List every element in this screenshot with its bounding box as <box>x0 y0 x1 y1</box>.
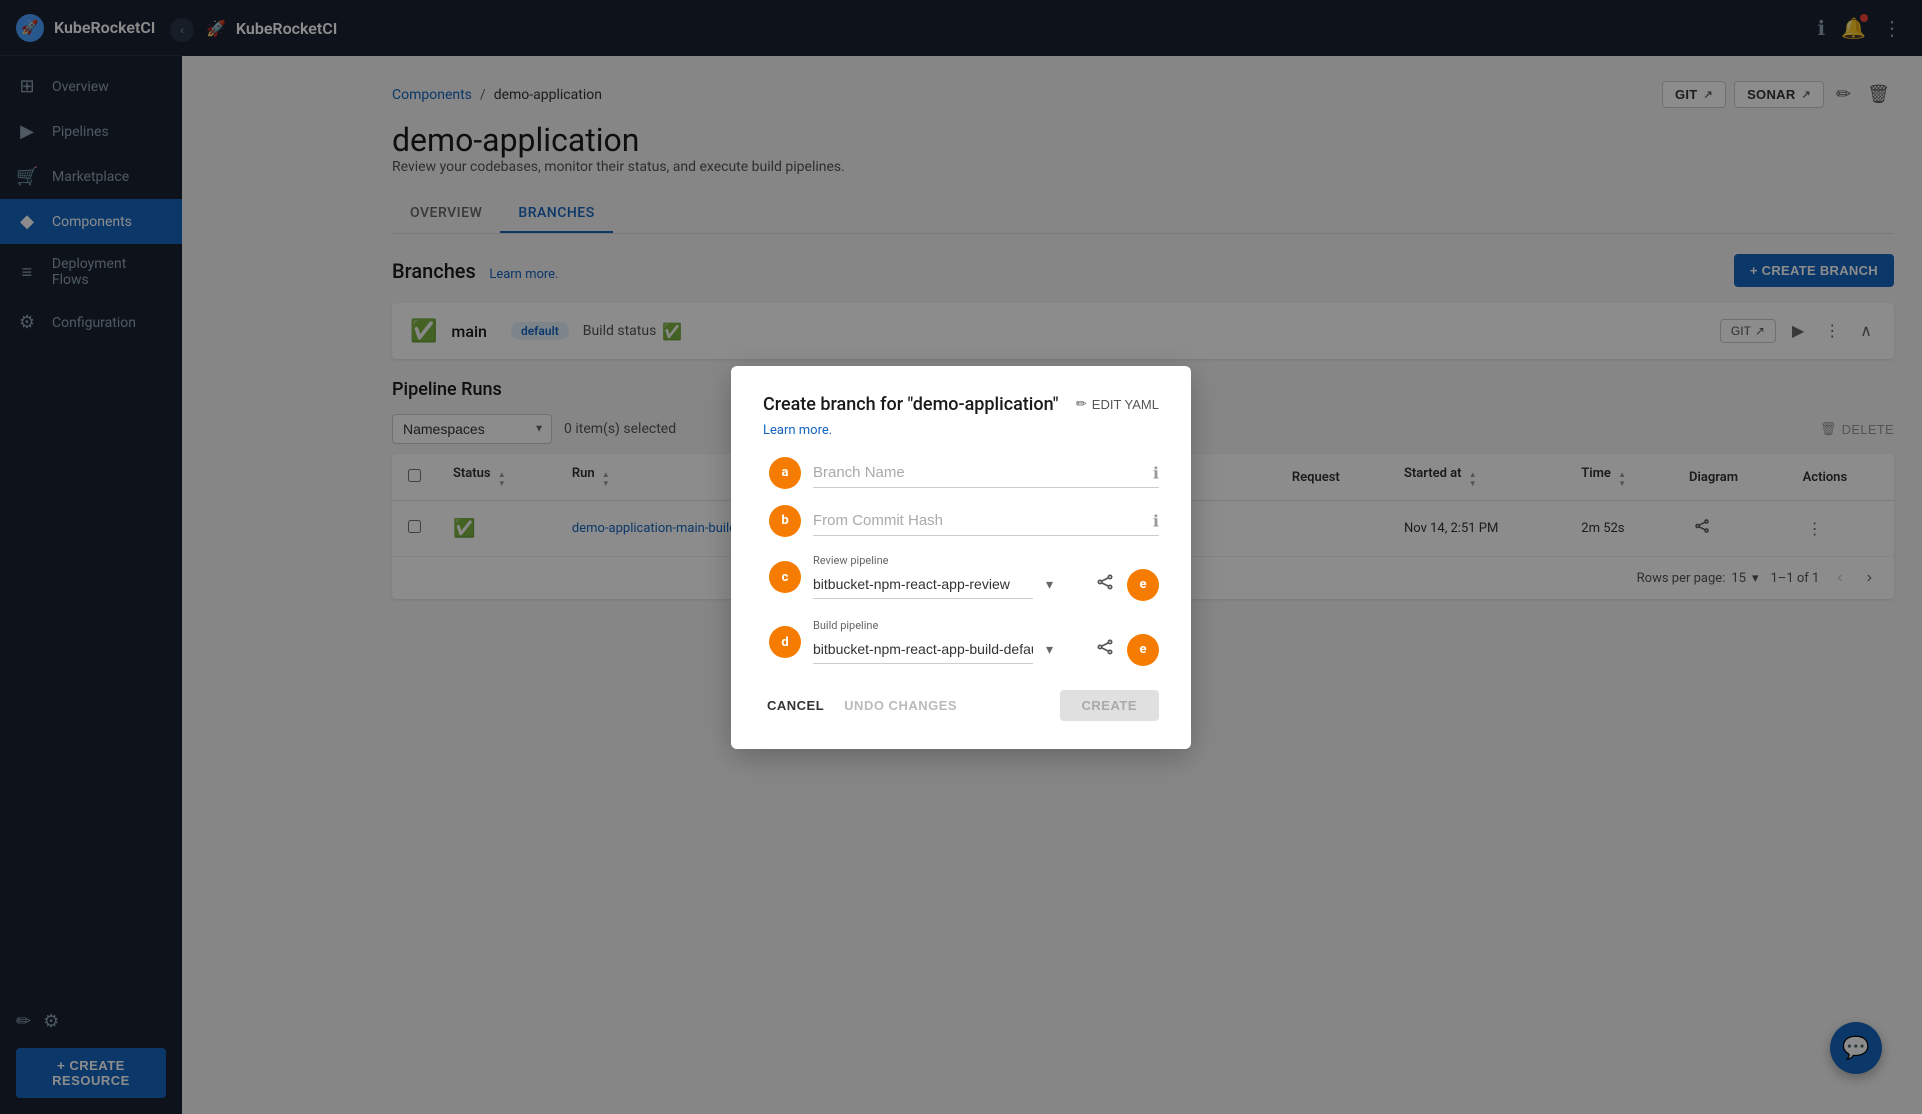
branch-name-input[interactable] <box>813 458 1159 488</box>
edit-yaml-label: EDIT YAML <box>1092 397 1159 412</box>
commit-hash-input[interactable] <box>813 506 1159 536</box>
review-pipeline-label: Review pipeline <box>813 554 1159 567</box>
dialog-actions: CANCEL UNDO CHANGES CREATE <box>763 690 1159 721</box>
step-a-badge: a <box>769 457 801 489</box>
step-e-badge-2: e <box>1127 634 1159 666</box>
review-pipeline-field-row: c Review pipeline bitbucket-npm-react-ap… <box>813 554 1159 601</box>
commit-hash-field-group: ℹ <box>813 506 1159 536</box>
step-b-badge: b <box>769 505 801 537</box>
build-pipeline-select-wrap: bitbucket-npm-react-app-build-default <box>813 635 1083 664</box>
build-pipeline-select[interactable]: bitbucket-npm-react-app-build-default <box>813 635 1033 664</box>
build-pipeline-label: Build pipeline <box>813 619 1159 632</box>
branch-name-field-group: ℹ <box>813 458 1159 488</box>
pencil-icon: ✏ <box>1076 396 1087 412</box>
build-pipeline-field-group: Build pipeline bitbucket-npm-react-app-b… <box>813 619 1159 666</box>
step-d-badge: d <box>769 626 801 658</box>
step-e-badge-1: e <box>1127 569 1159 601</box>
edit-yaml-button[interactable]: ✏ EDIT YAML <box>1076 396 1159 412</box>
step-c-badge: c <box>769 561 801 593</box>
branch-name-field-row: a ℹ <box>813 458 1159 488</box>
dialog-undo-button: UNDO CHANGES <box>840 690 961 721</box>
build-pipeline-field-row: d Build pipeline bitbucket-npm-react-app… <box>813 619 1159 666</box>
dialog-learn-more-link[interactable]: Learn more. <box>763 423 1159 438</box>
build-pipeline-icon-btn[interactable] <box>1093 635 1117 665</box>
review-pipeline-select-wrap: bitbucket-npm-react-app-review <box>813 570 1083 599</box>
commit-hash-info-icon[interactable]: ℹ <box>1153 511 1159 530</box>
build-pipeline-select-row: bitbucket-npm-react-app-build-default e <box>813 634 1159 666</box>
dialog-header: Create branch for "demo-application" ✏ E… <box>763 394 1159 415</box>
review-pipeline-select[interactable]: bitbucket-npm-react-app-review <box>813 570 1033 599</box>
branch-name-info-icon[interactable]: ℹ <box>1153 463 1159 482</box>
dialog-create-button[interactable]: CREATE <box>1060 690 1159 721</box>
review-pipeline-select-row: bitbucket-npm-react-app-review e <box>813 569 1159 601</box>
modal-overlay: Create branch for "demo-application" ✏ E… <box>0 0 1922 1114</box>
review-pipeline-icon-btn[interactable] <box>1093 570 1117 600</box>
commit-hash-field-row: b ℹ <box>813 506 1159 536</box>
create-branch-dialog: Create branch for "demo-application" ✏ E… <box>731 366 1191 749</box>
review-pipeline-field-group: Review pipeline bitbucket-npm-react-app-… <box>813 554 1159 601</box>
dialog-cancel-button[interactable]: CANCEL <box>763 690 828 721</box>
dialog-title: Create branch for "demo-application" <box>763 394 1059 415</box>
